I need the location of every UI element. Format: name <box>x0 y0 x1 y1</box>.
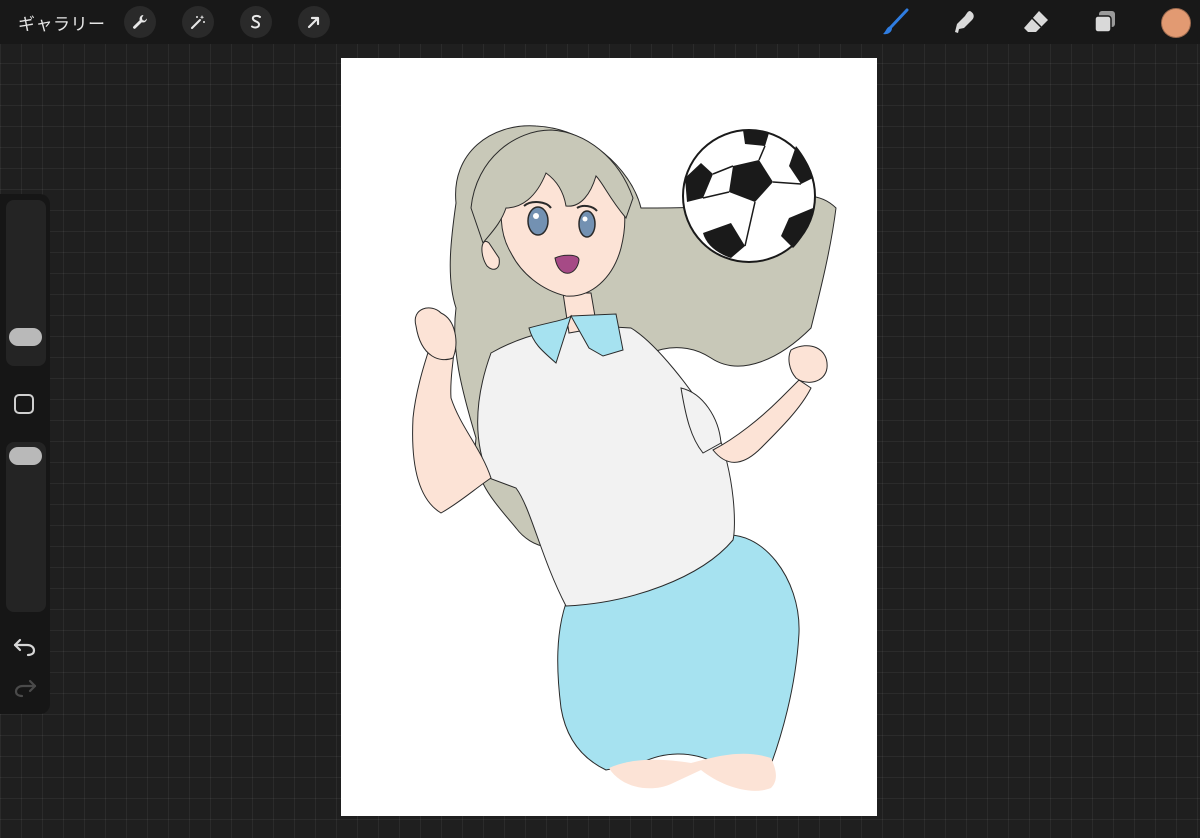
opacity-slider[interactable] <box>6 442 46 612</box>
actions-button[interactable] <box>124 6 156 38</box>
right-fist <box>788 345 828 383</box>
soccer-ball <box>682 129 816 263</box>
smudge-icon <box>955 11 974 33</box>
left-fist <box>414 307 457 361</box>
transform-button[interactable] <box>298 6 330 38</box>
selection-button[interactable] <box>240 6 272 38</box>
adjustments-button[interactable] <box>182 6 214 38</box>
brush-icon <box>883 8 909 35</box>
selection-s-icon <box>251 14 261 29</box>
wrench-icon <box>133 15 147 29</box>
illustration <box>412 125 837 791</box>
color-picker-button[interactable] <box>1161 8 1191 38</box>
left-eye <box>527 206 549 236</box>
opacity-slider-thumb[interactable] <box>9 447 42 465</box>
eraser-tool-button[interactable] <box>1019 5 1053 39</box>
arrow-cursor-icon <box>307 16 320 29</box>
top-toolbar: ギャラリー <box>0 0 1200 44</box>
shirt <box>477 325 735 607</box>
undo-icon[interactable] <box>12 636 38 658</box>
magic-wand-icon <box>191 15 205 29</box>
redo-icon[interactable] <box>12 677 38 699</box>
layers-icon <box>1094 11 1115 33</box>
eraser-icon <box>1024 11 1048 32</box>
right-eye <box>578 210 596 238</box>
gallery-button[interactable]: ギャラリー <box>18 10 106 35</box>
brush-size-slider-thumb[interactable] <box>9 328 42 346</box>
brush-tool-button[interactable] <box>878 5 912 39</box>
layers-button[interactable] <box>1088 5 1122 39</box>
drawing-canvas[interactable] <box>341 58 877 816</box>
left-sidebar <box>0 194 50 714</box>
smudge-tool-button[interactable] <box>947 5 981 39</box>
right-arm <box>712 379 812 463</box>
modify-button[interactable] <box>14 394 34 414</box>
